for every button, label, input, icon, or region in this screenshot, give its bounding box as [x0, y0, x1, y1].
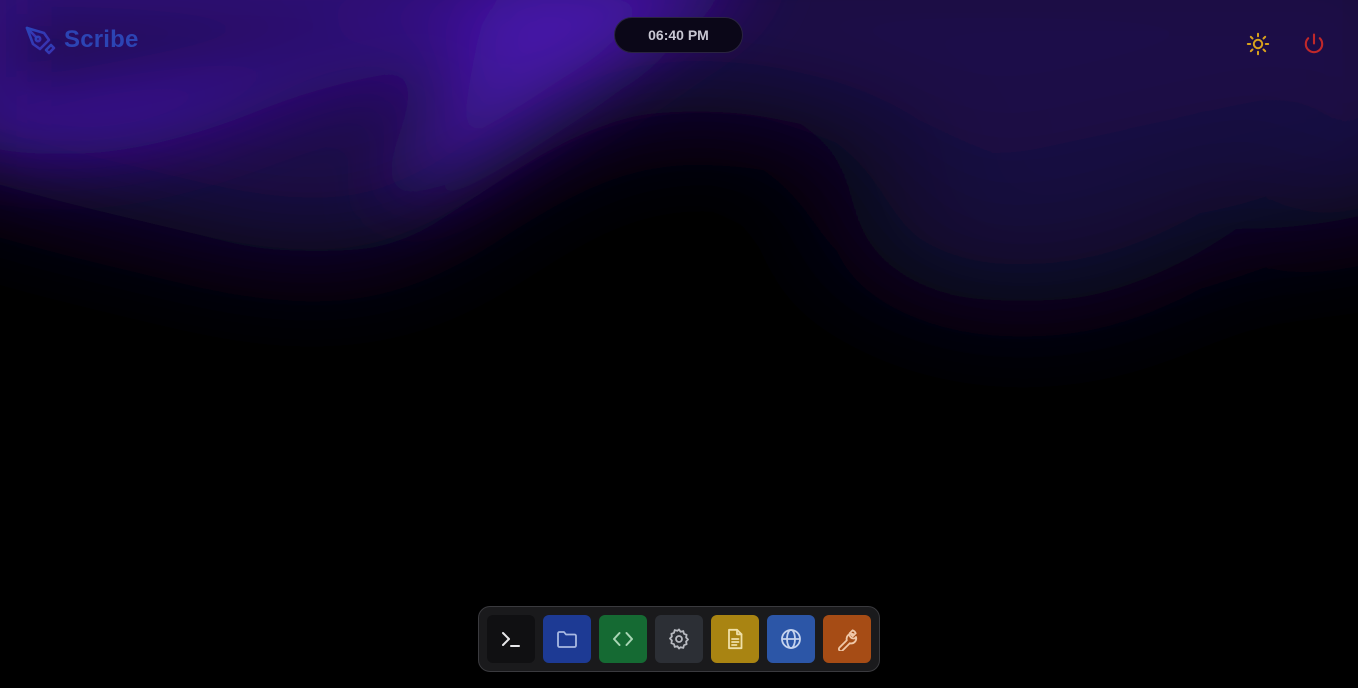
wrench-icon: [838, 629, 858, 651]
dock-item-notes[interactable]: [711, 615, 759, 663]
desktop: Scribe 06:40 PM: [0, 0, 1358, 688]
theme-toggle-button[interactable]: [1242, 28, 1274, 60]
power-button[interactable]: [1298, 28, 1330, 60]
dock-item-settings[interactable]: [655, 615, 703, 663]
dock-item-tools[interactable]: [823, 615, 871, 663]
sun-icon: [1246, 32, 1270, 56]
dock: [478, 606, 880, 672]
dock-item-code-editor[interactable]: [599, 615, 647, 663]
dock-item-browser[interactable]: [767, 615, 815, 663]
code-icon: [613, 632, 633, 646]
app-logo[interactable]: Scribe: [24, 22, 139, 58]
clock[interactable]: 06:40 PM: [614, 17, 743, 53]
aurora-wallpaper: [0, 0, 1358, 688]
dock-item-terminal[interactable]: [487, 615, 535, 663]
app-name: Scribe: [64, 26, 139, 53]
terminal-icon: [502, 632, 520, 647]
clock-time: 06:40 PM: [648, 27, 709, 43]
gear-icon: [669, 628, 689, 650]
globe-icon: [781, 629, 801, 649]
document-icon: [728, 628, 743, 650]
folder-icon: [557, 631, 577, 648]
dock-item-files[interactable]: [543, 615, 591, 663]
power-icon: [1304, 33, 1324, 54]
pen-nib-icon: [25, 26, 56, 55]
